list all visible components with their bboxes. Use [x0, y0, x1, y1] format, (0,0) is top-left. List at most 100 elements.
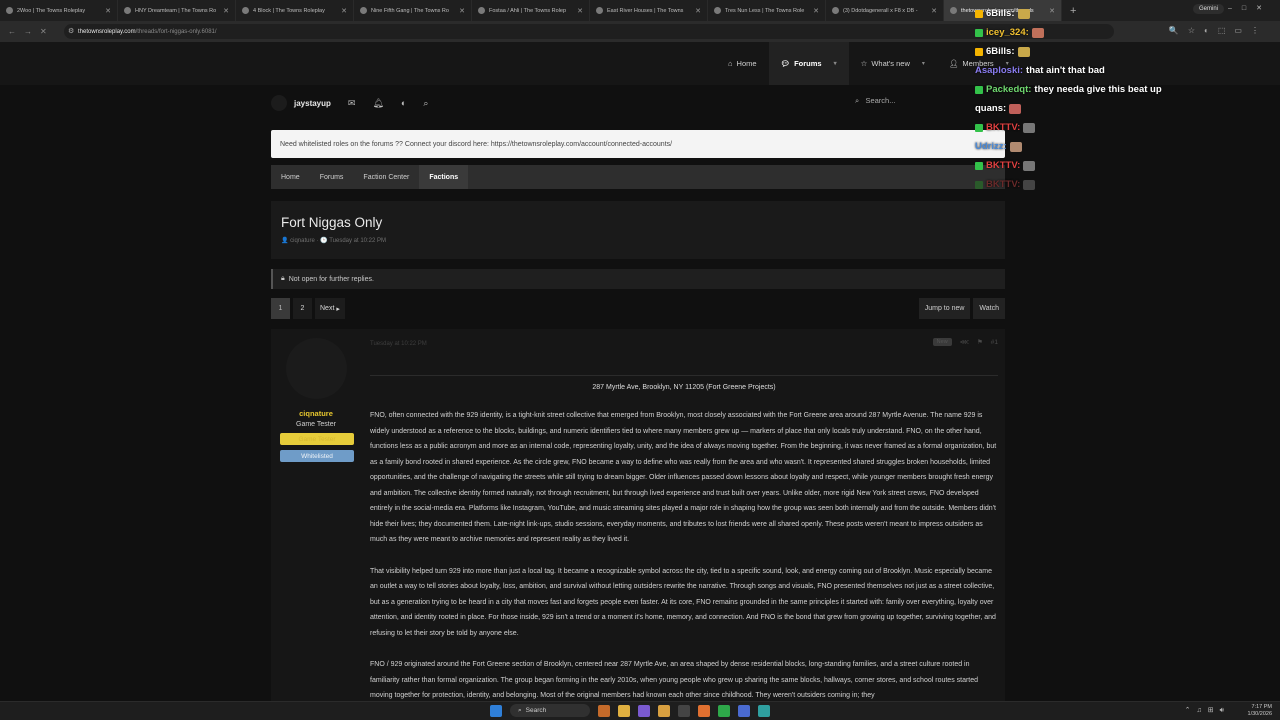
- nav-what-s-new[interactable]: ☆ What's new ▾: [849, 42, 937, 85]
- file-explorer-icon[interactable]: [658, 704, 670, 717]
- chat-message: BKTTV:: [975, 179, 1036, 190]
- search-icon[interactable]: ⌕: [423, 98, 428, 109]
- forward-icon[interactable]: →: [24, 27, 32, 36]
- post-number[interactable]: #1: [991, 339, 998, 346]
- page-1[interactable]: 1: [271, 298, 290, 319]
- window-controls[interactable]: –□✕: [1228, 4, 1272, 12]
- windows-start-icon[interactable]: [490, 704, 502, 717]
- tab-favicon-icon: [714, 7, 721, 14]
- chat-message: Udrizz:: [975, 141, 1022, 152]
- browser-tab[interactable]: Fostaa / Ahli | The Towns Rolep ✕: [472, 0, 590, 21]
- nav-forums[interactable]: 💬︎ Forums ▾: [768, 42, 849, 85]
- chat-emote-icon: [1017, 8, 1030, 19]
- browser-tab[interactable]: 4 Block | The Towns Roleplay ✕: [236, 0, 354, 21]
- post-avatar[interactable]: [286, 338, 347, 399]
- chat-badge-icon: [975, 161, 983, 170]
- username-link[interactable]: jaystayup: [294, 99, 331, 108]
- user-avatar[interactable]: [271, 95, 287, 111]
- site-info-icon[interactable]: ⚙: [68, 27, 74, 35]
- clock[interactable]: 7:17 PM 1/30/2026: [1248, 704, 1272, 718]
- tab-close-icon[interactable]: ✕: [105, 7, 111, 15]
- chat-text: that ain't that bad: [1026, 65, 1105, 76]
- chat-username: Packedqt:: [986, 84, 1032, 95]
- post-paragraph: FNO, often connected with the 929 identi…: [370, 412, 997, 543]
- post-user-title: Game Tester: [296, 421, 336, 428]
- forums-icon: 💬︎: [780, 59, 791, 68]
- breadcrumb-item[interactable]: Forums: [310, 165, 354, 189]
- site-search-link[interactable]: ⌕ Search...: [855, 96, 895, 106]
- tab-close-icon[interactable]: ✕: [1049, 7, 1055, 15]
- browser-toolbar-icons[interactable]: 🔍☆◐⬚▭⋮: [1169, 26, 1268, 35]
- theme-toggle-icon[interactable]: ◐: [401, 98, 406, 108]
- bell-icon[interactable]: 🔔︎: [372, 98, 383, 109]
- taskbar-search[interactable]: ⌕ Search: [510, 704, 590, 717]
- share-icon[interactable]: ⋘: [960, 338, 969, 346]
- spotify-icon[interactable]: [718, 704, 730, 717]
- pagination: 1 2 Next ▸: [271, 298, 345, 319]
- chat-badge-icon: [975, 85, 983, 94]
- chat-badge-icon: [975, 47, 983, 56]
- browser-tab[interactable]: (3) Ddotdagenerall x F8 x DB - ✕: [826, 0, 944, 21]
- chat-message: Packedqt: they needa give this beat up: [975, 84, 1162, 95]
- tab-favicon-icon: [950, 7, 957, 14]
- tab-close-icon[interactable]: ✕: [695, 7, 701, 15]
- page-2[interactable]: 2: [293, 298, 312, 319]
- tab-close-icon[interactable]: ✕: [341, 7, 347, 15]
- thread-date[interactable]: Tuesday at 10:22 PM: [329, 238, 386, 244]
- tab-title: East River Houses | The Towns: [607, 7, 684, 14]
- post-author-name[interactable]: ciqnature: [271, 409, 361, 418]
- chat-message: 6Bills:: [975, 46, 1030, 57]
- mail-icon[interactable]: ✉: [348, 98, 356, 109]
- browser-tab[interactable]: HNY Dreamteam | The Towns Ro ✕: [118, 0, 236, 21]
- app-icon[interactable]: [638, 704, 650, 717]
- url-host: thetownsroleplay.com: [78, 28, 136, 35]
- breadcrumb-item[interactable]: Faction Center: [353, 165, 419, 189]
- tab-close-icon[interactable]: ✕: [931, 7, 937, 15]
- system-tray[interactable]: ⌃♫⊞🔊︎: [1185, 706, 1230, 715]
- chat-username: 6Bills:: [986, 8, 1015, 19]
- post-paragraph: That visibility helped turn 929 into mor…: [370, 567, 996, 637]
- tab-favicon-icon: [596, 7, 603, 14]
- reload-icon[interactable]: ✕: [40, 27, 47, 36]
- tab-close-icon[interactable]: ✕: [459, 7, 465, 15]
- tab-close-icon[interactable]: ✕: [577, 7, 583, 15]
- breadcrumb-item[interactable]: Home: [271, 165, 310, 189]
- nav-home[interactable]: ⌂ Home: [716, 42, 769, 85]
- post-date[interactable]: Tuesday at 10:22 PM: [370, 341, 427, 347]
- post-actions: New ⋘ ⚑ #1: [932, 338, 998, 346]
- breadcrumb-item[interactable]: Factions: [419, 165, 469, 189]
- chat-emote-icon: [1023, 160, 1036, 171]
- chat-badge-icon: [975, 123, 983, 132]
- post-author-panel: ciqnature Game Tester Game Tester Whitel…: [271, 329, 361, 720]
- tab-close-icon[interactable]: ✕: [223, 7, 229, 15]
- browser-tab[interactable]: 2Woo | The Towns Roleplay ✕: [0, 0, 118, 21]
- browser-tab[interactable]: Tres Nun Less | The Towns Role ✕: [708, 0, 826, 21]
- app-icon[interactable]: [758, 704, 770, 717]
- chat-emote-icon: [1009, 141, 1022, 152]
- back-icon[interactable]: ←: [8, 27, 16, 36]
- browser-tab[interactable]: Nine Fifth Gang | The Towns Ro ✕: [354, 0, 472, 21]
- thread-author[interactable]: ciqnature: [290, 238, 315, 244]
- gemini-button[interactable]: Gemini: [1192, 4, 1224, 14]
- chevron-down-icon[interactable]: ▾: [834, 60, 837, 67]
- new-tab-button[interactable]: +: [1062, 5, 1084, 17]
- chevron-down-icon[interactable]: ▾: [922, 60, 925, 67]
- widget-icon[interactable]: [598, 704, 610, 717]
- next-page-button[interactable]: Next ▸: [315, 298, 345, 319]
- address-bar-row: ← → ✕ ⚙ thetownsroleplay.com/threads/for…: [0, 21, 1280, 42]
- tab-close-icon[interactable]: ✕: [813, 7, 819, 15]
- watch-button[interactable]: Watch: [973, 298, 1005, 319]
- discord-notice[interactable]: Need whitelisted roles on the forums ?? …: [271, 130, 1005, 158]
- browser-tab[interactable]: East River Houses | The Towns ✕: [590, 0, 708, 21]
- app-icon[interactable]: [698, 704, 710, 717]
- app-icon[interactable]: [678, 704, 690, 717]
- tab-title: (3) Ddotdagenerall x F8 x DB -: [843, 7, 918, 14]
- bookmark-icon[interactable]: ⚑: [977, 338, 983, 346]
- jump-to-new-button[interactable]: Jump to new: [918, 298, 971, 319]
- url-field[interactable]: ⚙ thetownsroleplay.com/threads/fort-nigg…: [64, 24, 1114, 39]
- app-icon[interactable]: [738, 704, 750, 717]
- nav-label: Home: [736, 59, 757, 68]
- user-bar: jaystayup ✉ 🔔︎ ◐ ⌕ ⌕ Search...: [263, 88, 1008, 118]
- chat-text: they needa give this beat up: [1034, 84, 1162, 95]
- chrome-icon[interactable]: [618, 704, 630, 717]
